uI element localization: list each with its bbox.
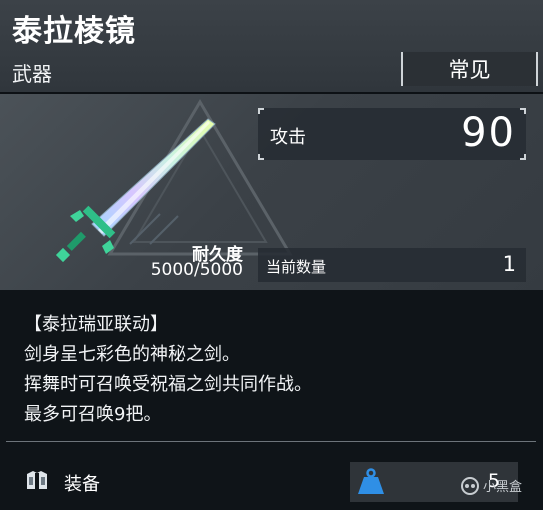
attack-label: 攻击 <box>270 127 306 148</box>
item-header: 泰拉棱镜 武器 常见 <box>0 0 543 92</box>
count-value: 1 <box>502 252 516 276</box>
attack-value: 90 <box>461 110 516 156</box>
item-name: 泰拉棱镜 <box>12 14 136 49</box>
rarity-badge: 常见 <box>401 52 538 86</box>
item-category: 武器 <box>12 62 52 86</box>
description-line: 剑身呈七彩色的神秘之剑。 <box>24 344 240 365</box>
weight-icon <box>358 468 384 494</box>
heybox-logo <box>461 476 479 495</box>
count-stat-box: 当前数量 1 <box>258 248 526 282</box>
description-line: 挥舞时可召唤受祝福之剑共同作战。 <box>24 374 312 395</box>
item-description: 【泰拉瑞亚联动】 剑身呈七彩色的神秘之剑。 挥舞时可召唤受祝福之剑共同作战。 最… <box>24 310 312 430</box>
description-line: 最多可召唤9把。 <box>24 404 162 425</box>
watermark: 小黑盒 <box>460 476 522 495</box>
equip-icon[interactable] <box>24 468 50 492</box>
divider <box>6 441 536 442</box>
item-detail-panel: 泰拉棱镜 武器 常见 耐久度 5000/5000 攻击 90 当前数量 1 【泰… <box>0 0 543 510</box>
description-line: 【泰拉瑞亚联动】 <box>24 314 168 335</box>
durability-value: 5000/5000 <box>150 260 243 280</box>
equip-button[interactable]: 装备 <box>64 470 100 496</box>
description-area: 【泰拉瑞亚联动】 剑身呈七彩色的神秘之剑。 挥舞时可召唤受祝福之剑共同作战。 最… <box>0 290 543 510</box>
attack-stat-box: 攻击 90 <box>258 108 526 160</box>
watermark-text: 小黑盒 <box>483 480 523 495</box>
count-label: 当前数量 <box>266 258 327 276</box>
